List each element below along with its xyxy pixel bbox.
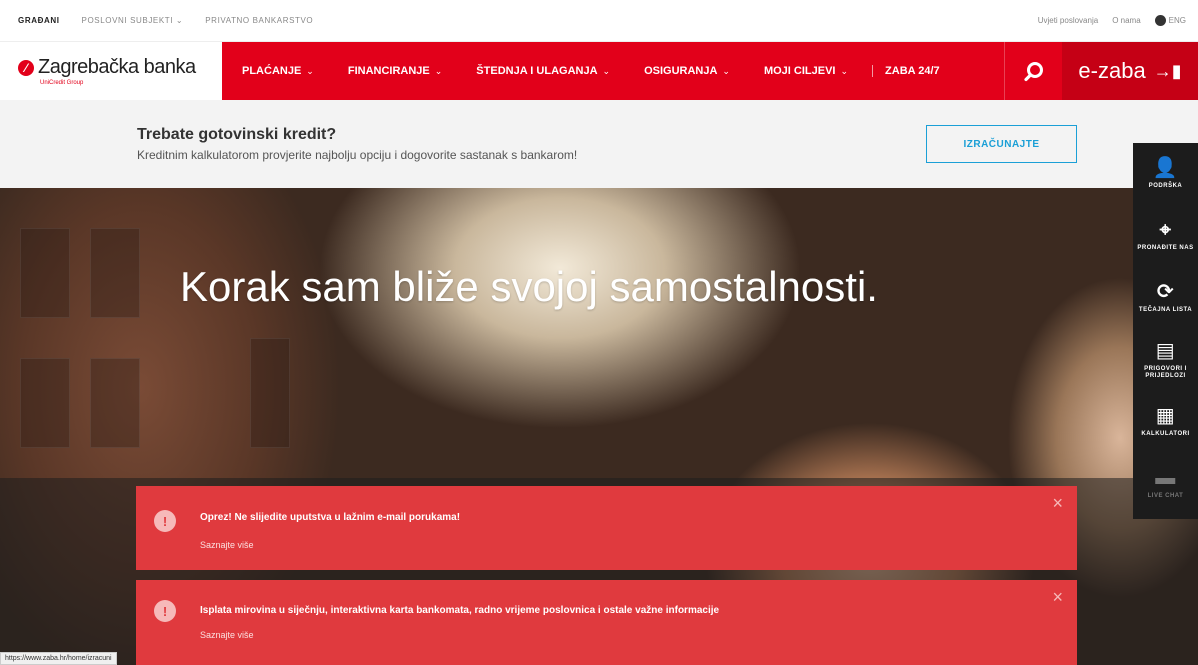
e-zaba-login-button[interactable]: e-zaba →▮ xyxy=(1062,42,1198,100)
chevron-down-icon: ⌄ xyxy=(306,65,314,76)
topbar-item-label: POSLOVNI SUBJEKTI xyxy=(81,16,174,25)
exchange-icon: ⟳ xyxy=(1156,281,1175,304)
nav-item-osiguranja[interactable]: OSIGURANJA ⌄ xyxy=(644,65,730,77)
exclamation-icon: ! xyxy=(154,600,176,622)
brand-logo[interactable]: ⁄ Zagrebačka banka UniCredit Group xyxy=(0,42,222,100)
alert-message: Oprez! Ne slijedite uputstva u lažnim e-… xyxy=(200,512,461,523)
main-navigation: ⁄ Zagrebačka banka UniCredit Group PLAĆA… xyxy=(0,42,1198,100)
nav-item-label: PLAĆANJE xyxy=(242,65,302,77)
nav-item-label: OSIGURANJA xyxy=(644,65,718,77)
topbar-item-poslovni-subjekti[interactable]: POSLOVNI SUBJEKTI ⌄ xyxy=(82,16,184,25)
e-zaba-label: e-zaba xyxy=(1078,58,1146,83)
hero-background-window xyxy=(20,228,70,318)
document-icon: ▤ xyxy=(1155,339,1176,362)
link-uvjeti-poslovanja[interactable]: Uvjeti poslovanja xyxy=(1038,16,1098,25)
alert-message: Isplata mirovina u siječnju, interaktivn… xyxy=(200,605,720,616)
topbar-item-gradjani[interactable]: GRAĐANI xyxy=(18,16,60,25)
side-tools-panel: 👤 PODRŠKA ⌖ PRONAĐITE NAS ⟳ TEČAJNA LIST… xyxy=(1133,143,1198,519)
side-item-live-chat[interactable]: ▬ LIVE CHAT xyxy=(1133,453,1198,515)
nav-item-label: MOJI CILJEVI xyxy=(763,65,836,77)
side-item-calculators[interactable]: ▦ KALKULATORI xyxy=(1133,391,1198,453)
nav-item-placanje[interactable]: PLAĆANJE ⌄ xyxy=(242,65,314,77)
hero-background-window xyxy=(90,358,140,448)
hero-title: Korak sam bliže svojoj samostalnosti. xyxy=(180,263,878,310)
side-item-find-us[interactable]: ⌖ PRONAĐITE NAS xyxy=(1133,205,1198,267)
chevron-down-icon: ⌄ xyxy=(173,16,184,25)
primary-menu: PLAĆANJE ⌄ FINANCIRANJE ⌄ ŠTEDNJA I ULAGAN… xyxy=(222,42,1004,100)
nav-item-label: ŠTEDNJA I ULAGANJA xyxy=(476,65,598,77)
search-icon xyxy=(1023,62,1043,82)
side-item-complaints[interactable]: ▤ PRIGOVORI I PRIJEDLOZI xyxy=(1133,329,1198,391)
chat-icon: ▬ xyxy=(1155,467,1176,490)
alert-banner: ! Isplata mirovina u siječnju, interakti… xyxy=(136,580,1077,665)
support-icon: 👤 xyxy=(1152,157,1179,180)
map-pin-icon: ⌖ xyxy=(1159,219,1172,242)
topbar-right-links: Uvjeti poslovanja O nama ENG xyxy=(1038,15,1186,26)
alert-read-more-link[interactable]: Saznajte više xyxy=(200,630,254,640)
alert-read-more-link[interactable]: Saznajte više xyxy=(200,540,254,550)
promo-text: Kreditnim kalkulatorom provjerite najbol… xyxy=(137,148,578,162)
page: GRAĐANI POSLOVNI SUBJEKTI ⌄ PRIVATNO BAN… xyxy=(0,0,1198,665)
calculate-button[interactable]: IZRAČUNAJTE xyxy=(926,125,1077,163)
nav-item-zaba-24-7[interactable]: ZABA 24/7 xyxy=(872,65,940,77)
side-item-label: KALKULATORI xyxy=(1141,431,1190,438)
side-item-support[interactable]: 👤 PODRŠKA xyxy=(1133,143,1198,205)
nav-item-financiranje[interactable]: FINANCIRANJE ⌄ xyxy=(348,65,442,77)
hero-background-window xyxy=(20,358,70,448)
topbar-item-privatno-bankarstvo[interactable]: PRIVATNO BANKARSTVO xyxy=(205,16,313,25)
hero-background-window xyxy=(250,338,290,448)
side-item-exchange-rates[interactable]: ⟳ TEČAJNA LISTA xyxy=(1133,267,1198,329)
chevron-down-icon: ⌄ xyxy=(602,65,611,76)
brand-name: Zagrebačka banka xyxy=(38,56,196,78)
chevron-down-icon: ⌄ xyxy=(722,65,730,76)
hero-background-window xyxy=(90,228,140,318)
language-switch[interactable]: ENG xyxy=(1154,15,1186,26)
link-o-nama[interactable]: O nama xyxy=(1112,16,1140,25)
side-item-label: PODRŠKA xyxy=(1148,183,1183,190)
globe-icon xyxy=(1154,15,1166,26)
status-bar-url: https://www.zaba.hr/home/izracuni xyxy=(0,652,117,665)
search-button[interactable] xyxy=(1004,42,1062,100)
close-icon[interactable]: × xyxy=(1052,588,1063,606)
exclamation-icon: ! xyxy=(154,510,176,532)
side-item-label: PRONAĐITE NAS xyxy=(1137,245,1194,252)
close-icon[interactable]: × xyxy=(1052,494,1063,512)
language-label: ENG xyxy=(1168,16,1186,25)
calculator-icon: ▦ xyxy=(1155,405,1176,428)
brand-subtitle: UniCredit Group xyxy=(40,80,84,86)
alert-banner: ! Oprez! Ne slijedite uputstva u lažnim … xyxy=(136,486,1077,570)
top-utility-bar: GRAĐANI POSLOVNI SUBJEKTI ⌄ PRIVATNO BAN… xyxy=(0,0,1198,42)
nav-item-stednja-i-ulaganja[interactable]: ŠTEDNJA I ULAGANJA ⌄ xyxy=(476,65,610,77)
chevron-down-icon: ⌄ xyxy=(434,65,443,76)
side-item-label: PRIGOVORI I PRIJEDLOZI xyxy=(1144,365,1187,379)
unicredit-logo-icon: ⁄ xyxy=(18,59,34,76)
promo-banner: Trebate gotovinski kredit? Kreditnim kal… xyxy=(0,100,1198,188)
side-item-label: TEČAJNA LISTA xyxy=(1138,307,1193,314)
promo-heading: Trebate gotovinski kredit? xyxy=(137,126,337,143)
chevron-down-icon: ⌄ xyxy=(840,65,849,76)
nav-item-label: FINANCIRANJE xyxy=(347,65,430,77)
side-item-label: LIVE CHAT xyxy=(1147,493,1184,500)
nav-item-moji-ciljevi[interactable]: MOJI CILJEVI ⌄ xyxy=(764,65,848,77)
login-arrow-icon: →▮ xyxy=(1153,60,1182,81)
